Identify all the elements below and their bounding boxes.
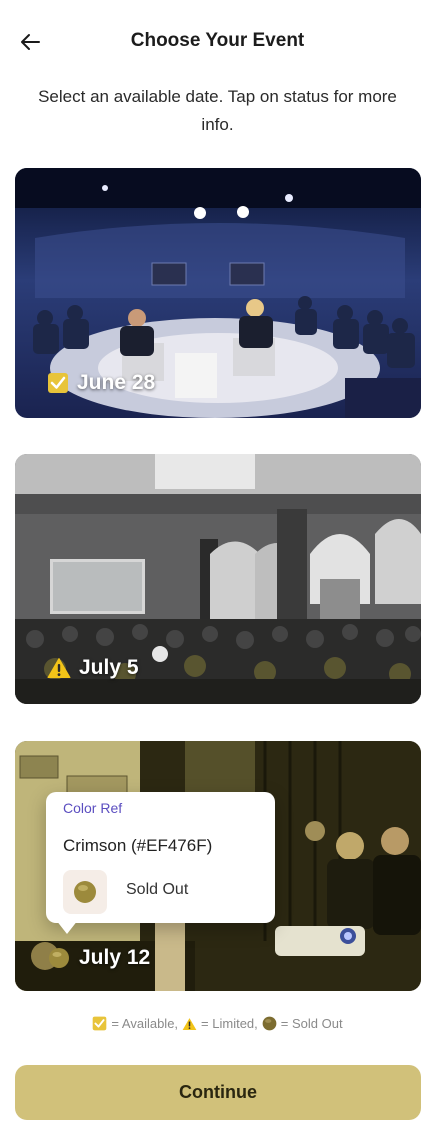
header: Choose Your Event (0, 22, 435, 62)
event-date: July 5 (79, 656, 139, 679)
page-title: Choose Your Event (130, 30, 305, 51)
event-card-june-28[interactable]: June 28 (15, 168, 421, 418)
event-card-july-5[interactable]: July 5 (15, 454, 421, 704)
legend-sold-out-text: = Sold Out (280, 1016, 343, 1031)
checkbox-check-icon (48, 373, 68, 393)
legend-sold-out: = Sold Out (262, 1016, 343, 1031)
legend-available-text: = Available, (111, 1016, 179, 1031)
sold-out-circle-icon (262, 1016, 277, 1031)
warning-triangle-icon (47, 658, 71, 678)
checkbox-check-icon (93, 1016, 107, 1031)
event-date: June 28 (77, 371, 156, 394)
status-popover: Color Ref Crimson (#EF476F) Sold Out (46, 792, 275, 923)
legend-limited: = Limited, (182, 1016, 258, 1031)
popover-color-name: Crimson (#EF476F) (63, 836, 213, 855)
event-date-label: July 5 (47, 656, 139, 680)
event-date-label: July 12 (47, 946, 150, 970)
popover-arrow (56, 920, 78, 934)
warning-triangle-icon (182, 1017, 197, 1030)
sold-out-circle-icon (74, 881, 96, 903)
popover-status-swatch (63, 870, 107, 914)
legend-available: = Available, (92, 1016, 178, 1031)
sold-out-circle-icon (49, 948, 69, 968)
popover-heading: Color Ref (63, 800, 123, 816)
event-date: July 12 (79, 946, 151, 969)
continue-button[interactable]: Continue (15, 1065, 421, 1120)
popover-status-label: Sold Out (126, 881, 189, 898)
subtitle: Select an available date. Tap on status … (38, 87, 397, 134)
legend-limited-text: = Limited, (201, 1016, 258, 1031)
event-date-label: June 28 (47, 371, 155, 395)
status-legend: = Available, = Limited, = Sold Out (0, 1016, 435, 1031)
